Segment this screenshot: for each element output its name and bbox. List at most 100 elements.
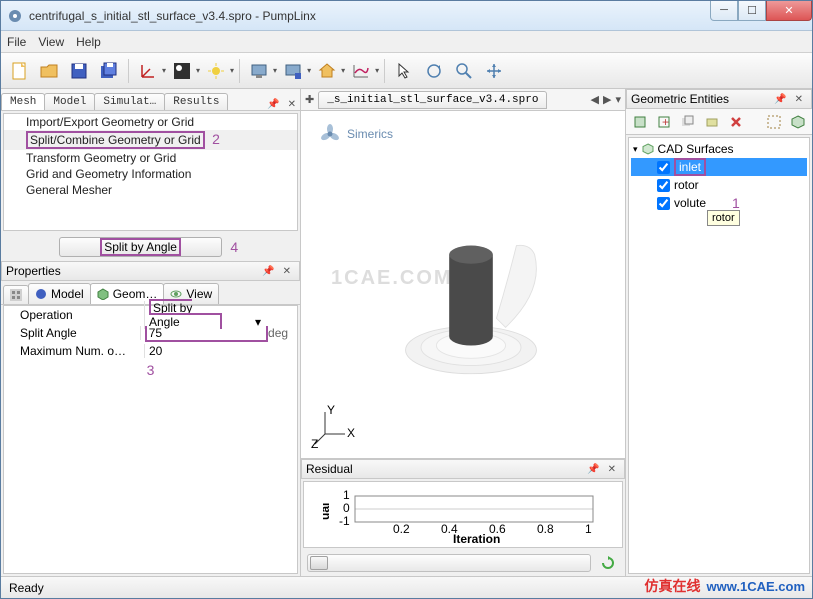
tab-mesh[interactable]: Mesh [1,93,45,110]
geom-entities-header: Geometric Entities 📌 ✕ [626,89,812,109]
zoom-icon[interactable] [450,57,478,85]
annotation-4: 4 [226,239,242,255]
ge-copy-icon[interactable] [678,112,698,132]
tab-model[interactable]: Model [44,93,95,110]
property-grid: Operation Split by Angle ▾ Split Angle 7… [3,305,298,574]
site-watermark: 仿真在线 www.1CAE.com [645,576,805,596]
prop-key-split-angle: Split Angle [4,326,140,340]
panel-close-icon[interactable]: ✕ [279,266,295,277]
svg-text:Y: Y [327,403,335,417]
panel-pin-icon[interactable]: 📌 [263,99,283,110]
svg-text:ual: ual [323,502,332,519]
ge-item-rotor[interactable]: rotor [631,176,807,194]
save-view-icon[interactable] [279,57,307,85]
simerics-logo: Simerics [319,123,393,145]
save-icon[interactable] [65,57,93,85]
minimize-button[interactable]: ─ [710,1,738,21]
residual-slider[interactable] [307,554,591,572]
rotate-icon[interactable] [420,57,448,85]
svg-text:0.8: 0.8 [537,522,554,536]
axes-icon[interactable] [134,57,162,85]
prop-key-operation: Operation [4,308,144,322]
inlet-checkbox[interactable] [657,161,670,174]
pan-icon[interactable] [480,57,508,85]
prev-tab-icon[interactable]: ◀ [591,93,599,106]
tab-simulation[interactable]: Simulat… [94,93,165,110]
close-button[interactable]: ✕ [766,1,812,21]
menubar: File View Help [1,31,812,53]
window-title: centrifugal_s_initial_stl_surface_v3.4.s… [29,9,710,23]
toolbar: ▾ ▾ ▾ ▾ ▾ ▾ ▾ [1,53,812,89]
prop-key-max-num: Maximum Num. o… [4,344,144,358]
svg-text:Z: Z [311,437,318,451]
cursor-icon[interactable] [390,57,418,85]
tree-item-split-combine[interactable]: Split/Combine Geometry or Grid 2 [4,130,297,150]
titlebar: centrifugal_s_initial_stl_surface_v3.4.s… [1,1,812,31]
save-all-icon[interactable] [95,57,123,85]
properties-header: Properties 📌 ✕ [1,261,300,281]
refresh-icon[interactable] [597,552,619,574]
new-icon[interactable] [5,57,33,85]
geom-entities-toolbar: + [626,109,812,135]
prop-val-split-angle[interactable]: 75 [140,326,268,340]
plot-icon[interactable] [347,57,375,85]
ge-add-icon[interactable] [630,112,650,132]
ge-folder-icon[interactable] [702,112,722,132]
viewport-tab[interactable]: _s_initial_stl_surface_v3.4.spro [318,91,547,109]
tab-menu-icon[interactable]: ▾ [615,93,621,106]
panel-pin-icon[interactable]: 📌 [583,464,603,475]
status-text: Ready [9,581,44,595]
light-icon[interactable] [168,57,196,85]
annotation-3: 3 [143,362,159,378]
ge-select-icon[interactable] [764,112,784,132]
geom-entities-tree[interactable]: ▾ CAD Surfaces inlet rotor volute 1 [628,137,810,574]
panel-pin-icon[interactable]: 📌 [258,266,278,277]
tab-results[interactable]: Results [164,93,228,110]
panel-close-icon[interactable]: ✕ [604,464,620,475]
cad-surfaces-node[interactable]: ▾ CAD Surfaces [631,140,807,158]
panel-close-icon[interactable]: ✕ [791,94,807,105]
maximize-button[interactable]: ☐ [738,1,766,21]
viewport-3d[interactable]: Simerics 1CAE.COM Y X Z [301,111,625,458]
prop-val-operation[interactable]: Split by Angle ▾ [144,301,267,329]
next-tab-icon[interactable]: ▶ [603,93,611,106]
menu-view[interactable]: View [38,35,64,49]
prop-val-max-num[interactable]: 20 [144,344,267,358]
home-icon[interactable] [313,57,341,85]
panel-close-icon[interactable]: ✕ [284,99,300,110]
display-icon[interactable] [245,57,273,85]
svg-text:0: 0 [343,501,350,515]
app-icon [7,8,23,24]
svg-text:1: 1 [585,522,592,536]
volute-checkbox[interactable] [657,197,670,210]
residual-plot: ual 10-1 0.20.40.60.81 Iteration [303,481,623,548]
new-view-icon[interactable]: ✚ [305,93,314,106]
ge-item-inlet[interactable]: inlet [631,158,807,176]
tree-item[interactable]: Transform Geometry or Grid [4,150,297,166]
tree-item[interactable]: General Mesher [4,182,297,198]
svg-text:+: + [662,115,669,129]
sun-icon[interactable] [202,57,230,85]
ge-delete-icon[interactable] [726,112,746,132]
geometry-preview [391,191,551,391]
tooltip: rotor [707,210,740,226]
svg-text:0.2: 0.2 [393,522,410,536]
prop-tab-model[interactable]: Model [28,283,91,304]
menu-help[interactable]: Help [76,35,101,49]
menu-file[interactable]: File [7,35,26,49]
panel-pin-icon[interactable]: 📌 [770,94,790,105]
rotor-checkbox[interactable] [657,179,670,192]
prop-tab-icon[interactable] [3,285,29,304]
split-by-angle-button[interactable]: Split by Angle [59,237,223,257]
annotation-1: 1 [728,195,744,211]
tree-item[interactable]: Grid and Geometry Information [4,166,297,182]
ge-cube-icon[interactable] [788,112,808,132]
axis-triad: Y X Z [315,406,355,446]
tree-item[interactable]: Import/Export Geometry or Grid [4,114,297,130]
mesh-tree[interactable]: Import/Export Geometry or Grid Split/Com… [3,113,298,231]
open-icon[interactable] [35,57,63,85]
residual-header: Residual 📌 ✕ [301,459,625,479]
svg-text:1: 1 [343,488,350,502]
ge-add2-icon[interactable]: + [654,112,674,132]
svg-text:-1: -1 [339,514,350,528]
